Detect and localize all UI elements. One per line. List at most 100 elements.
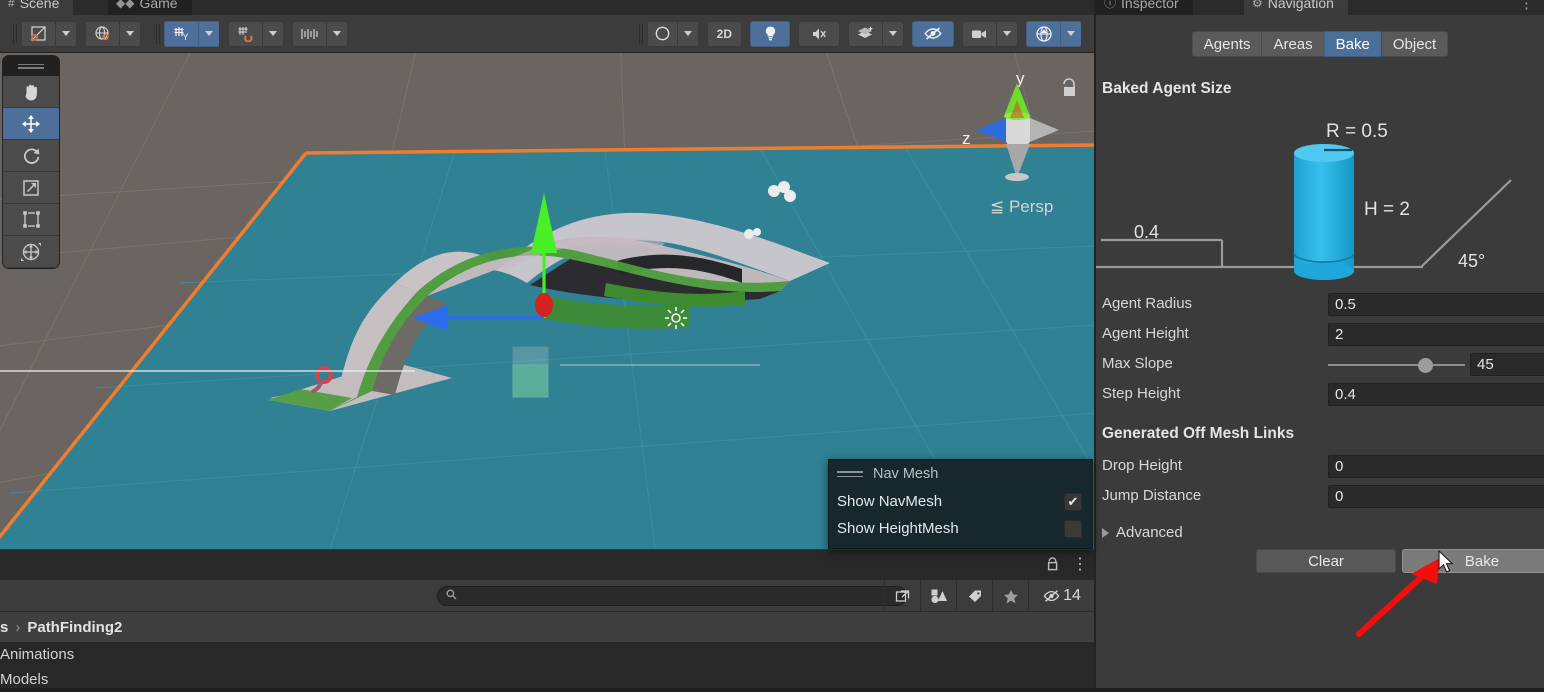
tool-palette-drag-handle[interactable] bbox=[3, 56, 59, 76]
show-navmesh-row[interactable]: Show NavMesh ✔ bbox=[829, 488, 1092, 515]
scene-camera-icon[interactable] bbox=[962, 20, 996, 47]
rotate-tool[interactable] bbox=[3, 140, 59, 172]
show-navmesh-checkbox[interactable]: ✔ bbox=[1064, 492, 1082, 511]
max-slope-slider-track[interactable] bbox=[1328, 364, 1465, 366]
scene-audio-icon[interactable] bbox=[798, 20, 840, 47]
navigation-inspector-panel: ⓘ Inspector ⚙ Navigation ⋮ Agents Areas … bbox=[1096, 0, 1544, 688]
advanced-foldout[interactable]: Advanced bbox=[1102, 524, 1183, 541]
tab-navigation[interactable]: ⚙ Navigation bbox=[1244, 0, 1348, 15]
tab-game[interactable]: ◆◆ Game bbox=[108, 0, 192, 15]
drag-handle-icon bbox=[837, 468, 863, 480]
jump-distance-input[interactable]: 0 bbox=[1328, 485, 1544, 508]
scene-tool-palette bbox=[2, 55, 60, 269]
tab-inspector-label: Inspector bbox=[1121, 0, 1179, 11]
list-item[interactable]: Animations bbox=[0, 642, 1096, 667]
grid-snapping-group: Y bbox=[164, 20, 220, 47]
shading-mode-icon[interactable] bbox=[646, 20, 677, 47]
gizmo-z-label: z bbox=[962, 129, 971, 148]
vertex-snapping-icon[interactable] bbox=[228, 20, 262, 47]
show-heightmesh-row[interactable]: Show HeightMesh bbox=[829, 515, 1092, 542]
move-tool[interactable] bbox=[3, 108, 59, 140]
tab-scene[interactable]: # Scene bbox=[0, 0, 74, 15]
chevron-down-icon bbox=[269, 31, 277, 36]
generated-off-mesh-links-title: Generated Off Mesh Links bbox=[1102, 425, 1295, 442]
gizmos-dropdown[interactable] bbox=[1060, 20, 1082, 47]
vertex-snapping-dropdown[interactable] bbox=[262, 20, 284, 47]
scene-camera-dropdown[interactable] bbox=[996, 20, 1018, 47]
search-icon bbox=[446, 589, 457, 603]
shading-mode-dropdown[interactable] bbox=[676, 20, 699, 47]
chevron-down-icon bbox=[62, 31, 70, 36]
show-heightmesh-checkbox[interactable] bbox=[1064, 519, 1082, 538]
agent-radius-label: Agent Radius bbox=[1102, 295, 1193, 312]
breadcrumb-item-pathfinding2[interactable]: PathFinding2 bbox=[27, 619, 122, 636]
vertex-snapping-group bbox=[228, 20, 284, 47]
advanced-label: Advanced bbox=[1116, 524, 1183, 541]
radius-label: R = 0.5 bbox=[1326, 121, 1388, 142]
pivot-rotation-icon[interactable] bbox=[21, 20, 55, 47]
max-slope-label: Max Slope bbox=[1102, 355, 1173, 372]
grid-snapping-dropdown[interactable] bbox=[198, 20, 220, 47]
gizmo-persp-label: ≦ Persp bbox=[990, 197, 1053, 216]
scene-lighting-icon[interactable] bbox=[750, 20, 790, 47]
pivot-center-dropdown[interactable] bbox=[119, 20, 141, 47]
scene-visibility-icon[interactable] bbox=[912, 20, 954, 47]
hidden-count-icon[interactable]: 14 bbox=[1028, 580, 1094, 612]
filter-by-label-icon[interactable] bbox=[956, 580, 992, 612]
project-item-list: Animations Models bbox=[0, 642, 1096, 692]
rect-tool[interactable] bbox=[3, 204, 59, 236]
increment-snapping-icon[interactable] bbox=[292, 20, 326, 47]
grid-hash-icon: # bbox=[8, 0, 15, 10]
tab-game-label: Game bbox=[139, 0, 178, 11]
filter-by-type-icon[interactable] bbox=[920, 580, 956, 612]
tab-object[interactable]: Object bbox=[1380, 31, 1449, 57]
agent-radius-input[interactable]: 0.5 bbox=[1328, 293, 1544, 316]
breadcrumb: s › PathFinding2 bbox=[0, 612, 1096, 642]
chevron-down-icon bbox=[889, 31, 897, 36]
search-input[interactable] bbox=[437, 586, 907, 606]
step-height-label: 0.4 bbox=[1134, 222, 1159, 242]
kebab-menu-icon[interactable]: ⋮ bbox=[1519, 0, 1534, 12]
padlock-icon[interactable] bbox=[1046, 556, 1059, 575]
kebab-menu-icon[interactable]: ⋮ bbox=[1072, 557, 1088, 573]
hidden-count-label: 14 bbox=[1063, 587, 1081, 604]
gizmos-toggle-icon[interactable] bbox=[1026, 20, 1060, 47]
scene-view-gizmo[interactable]: y z ≦ Persp bbox=[938, 60, 1098, 225]
max-slope-slider-knob[interactable] bbox=[1418, 358, 1433, 373]
scene-fx-dropdown[interactable] bbox=[882, 20, 904, 47]
agent-height-label: Agent Height bbox=[1102, 325, 1189, 342]
list-item[interactable]: Models bbox=[0, 667, 1096, 692]
mouse-cursor bbox=[1438, 550, 1454, 573]
tab-areas[interactable]: Areas bbox=[1261, 31, 1324, 57]
gamepad-icon: ◆◆ bbox=[116, 0, 135, 10]
pivot-center-icon[interactable] bbox=[85, 20, 119, 47]
tab-bake[interactable]: Bake bbox=[1323, 31, 1381, 57]
scene-fx-icon[interactable] bbox=[848, 20, 882, 47]
tab-navigation-label: Navigation bbox=[1267, 0, 1334, 11]
scale-tool[interactable] bbox=[3, 172, 59, 204]
navmesh-overlay-popup: Nav Mesh Show NavMesh ✔ Show HeightMesh bbox=[828, 459, 1093, 549]
pivot-rotation-group bbox=[21, 20, 77, 47]
chevron-down-icon bbox=[126, 31, 134, 36]
step-height-input[interactable]: 0.4 bbox=[1328, 383, 1544, 406]
chevron-down-icon bbox=[205, 31, 213, 36]
drop-height-input[interactable]: 0 bbox=[1328, 455, 1544, 478]
favorites-icon[interactable] bbox=[992, 580, 1028, 612]
grid-snapping-icon[interactable]: Y bbox=[164, 20, 198, 47]
tab-agents[interactable]: Agents bbox=[1191, 31, 1262, 57]
shading-mode-group bbox=[646, 20, 699, 47]
show-heightmesh-label: Show HeightMesh bbox=[837, 520, 959, 537]
toggle-2d-button[interactable]: 2D bbox=[706, 20, 742, 47]
agent-height-input[interactable]: 2 bbox=[1328, 323, 1544, 346]
increment-snapping-dropdown[interactable] bbox=[326, 20, 348, 47]
breadcrumb-item-assets[interactable]: s bbox=[0, 619, 8, 636]
navmesh-popup-header[interactable]: Nav Mesh bbox=[829, 460, 1092, 488]
toolbar-divider-2 bbox=[156, 23, 157, 44]
open-search-window-icon[interactable] bbox=[884, 580, 920, 612]
hand-tool[interactable] bbox=[3, 76, 59, 108]
transform-tool[interactable] bbox=[3, 236, 59, 268]
tab-inspector[interactable]: ⓘ Inspector bbox=[1096, 0, 1193, 15]
max-slope-input[interactable]: 45 bbox=[1470, 353, 1544, 376]
increment-snapping-group bbox=[292, 20, 348, 47]
pivot-rotation-dropdown[interactable] bbox=[55, 20, 77, 47]
